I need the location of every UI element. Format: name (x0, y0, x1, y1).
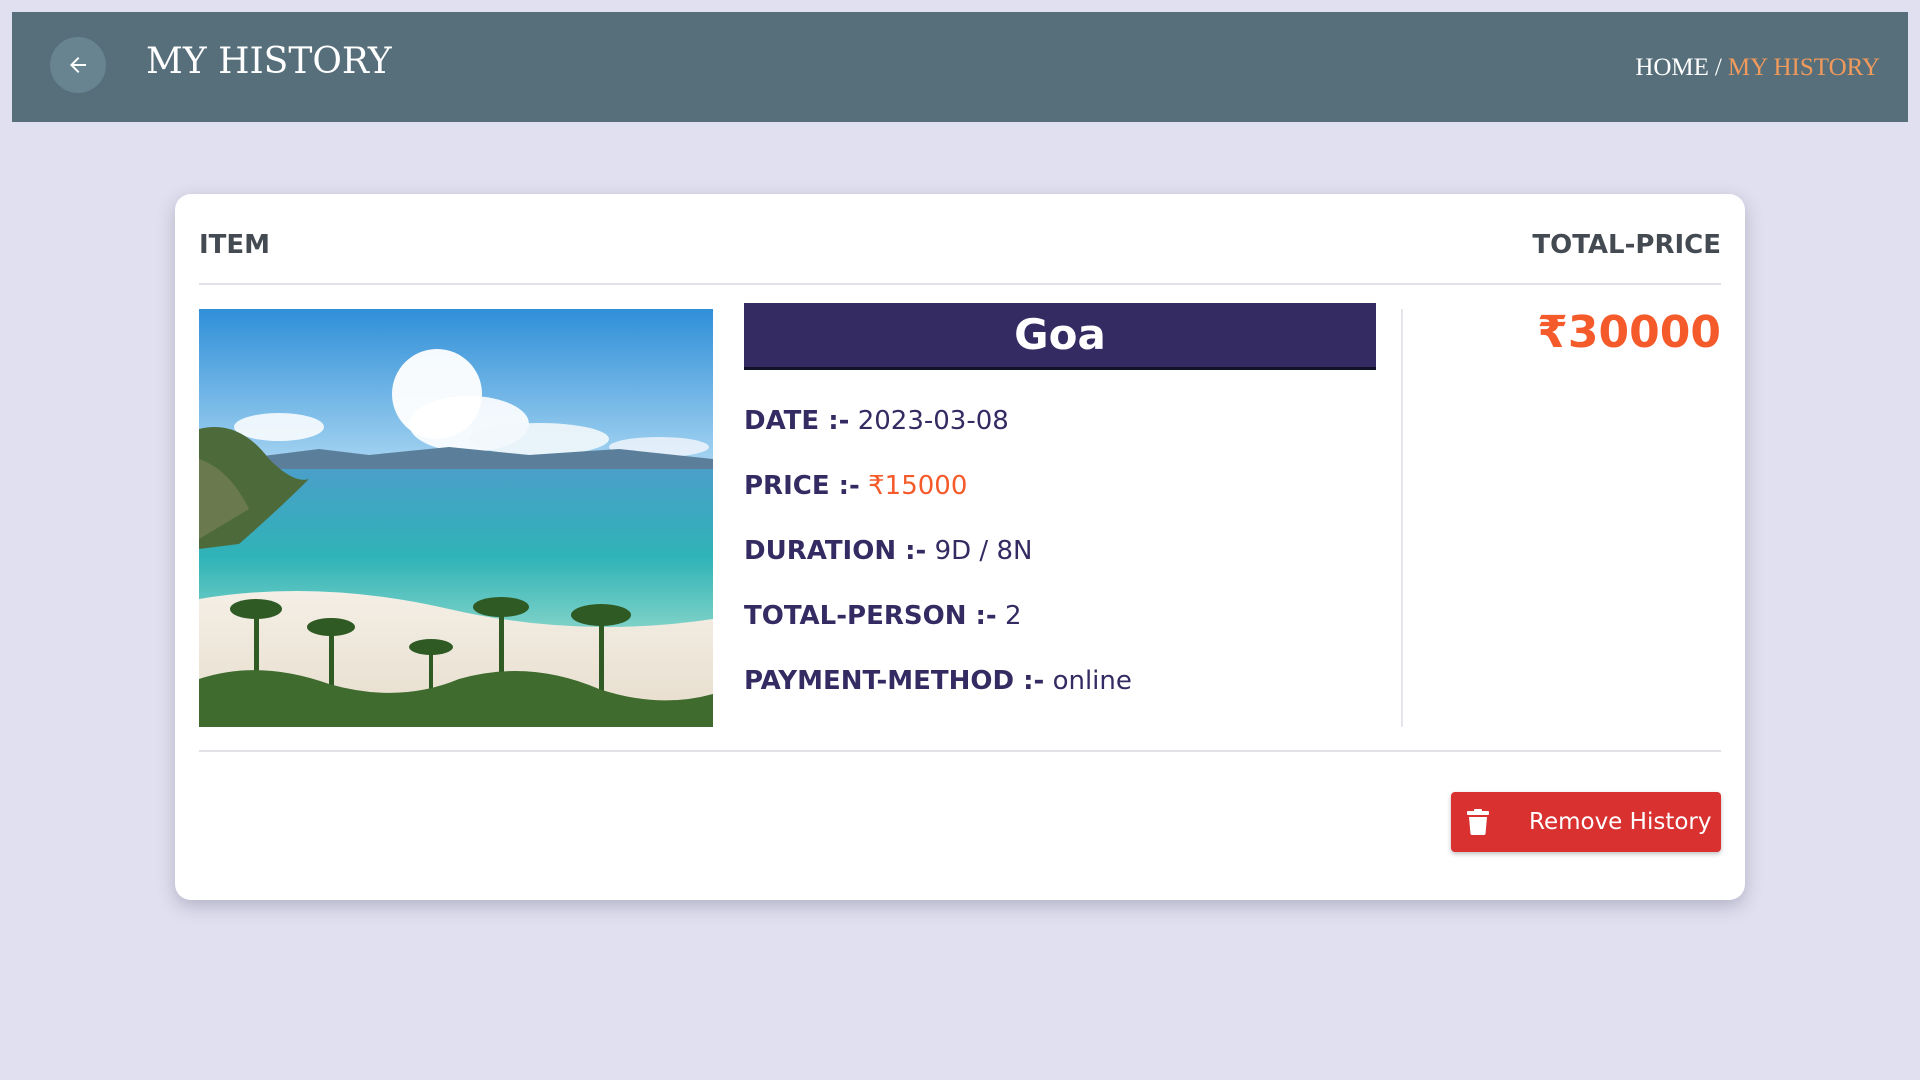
divider (199, 283, 1721, 285)
date-value: 2023-03-08 (857, 406, 1009, 436)
arrow-left-icon (70, 57, 86, 73)
remove-history-label: Remove History (1529, 809, 1712, 835)
detail-price: PRICE :- ₹15000 (744, 469, 967, 503)
column-header-item: ITEM (199, 230, 271, 260)
duration-label: DURATION :- (744, 536, 927, 566)
destination-title-bar: Goa (744, 303, 1376, 370)
destination-name: Goa (1014, 310, 1106, 359)
divider (199, 750, 1721, 752)
duration-value: 9D / 8N (934, 536, 1033, 566)
breadcrumb-home-link[interactable]: HOME (1635, 54, 1709, 81)
price-label: PRICE :- (744, 471, 860, 501)
page-header: MY HISTORY HOME / MY HISTORY (12, 12, 1908, 122)
price-value: ₹15000 (868, 471, 968, 501)
total-price-value: ₹30000 (1537, 307, 1721, 358)
breadcrumb: HOME / MY HISTORY (1635, 52, 1880, 84)
detail-duration: DURATION :- 9D / 8N (744, 534, 1032, 568)
remove-history-button[interactable]: Remove History (1451, 792, 1721, 852)
total-person-value: 2 (1004, 601, 1022, 631)
vertical-divider (1401, 309, 1403, 727)
detail-date: DATE :- 2023-03-08 (744, 404, 1009, 438)
column-header-total-price: TOTAL-PRICE (1532, 230, 1721, 260)
date-label: DATE :- (744, 406, 850, 436)
total-person-label: TOTAL-PERSON :- (744, 601, 997, 631)
breadcrumb-separator: / (1714, 54, 1722, 81)
back-button[interactable] (50, 37, 106, 93)
detail-payment-method: PAYMENT-METHOD :- online (744, 664, 1132, 698)
payment-method-label: PAYMENT-METHOD :- (744, 666, 1045, 696)
breadcrumb-current: MY HISTORY (1727, 54, 1880, 81)
page-title: MY HISTORY (146, 41, 392, 82)
detail-total-person: TOTAL-PERSON :- 2 (744, 599, 1022, 633)
destination-photo (199, 309, 713, 727)
history-card: ITEM TOTAL-PRICE Goa DATE:- 2023-03-08 … (175, 194, 1745, 900)
payment-method-value: online (1052, 666, 1132, 696)
trash-icon (1465, 807, 1491, 837)
